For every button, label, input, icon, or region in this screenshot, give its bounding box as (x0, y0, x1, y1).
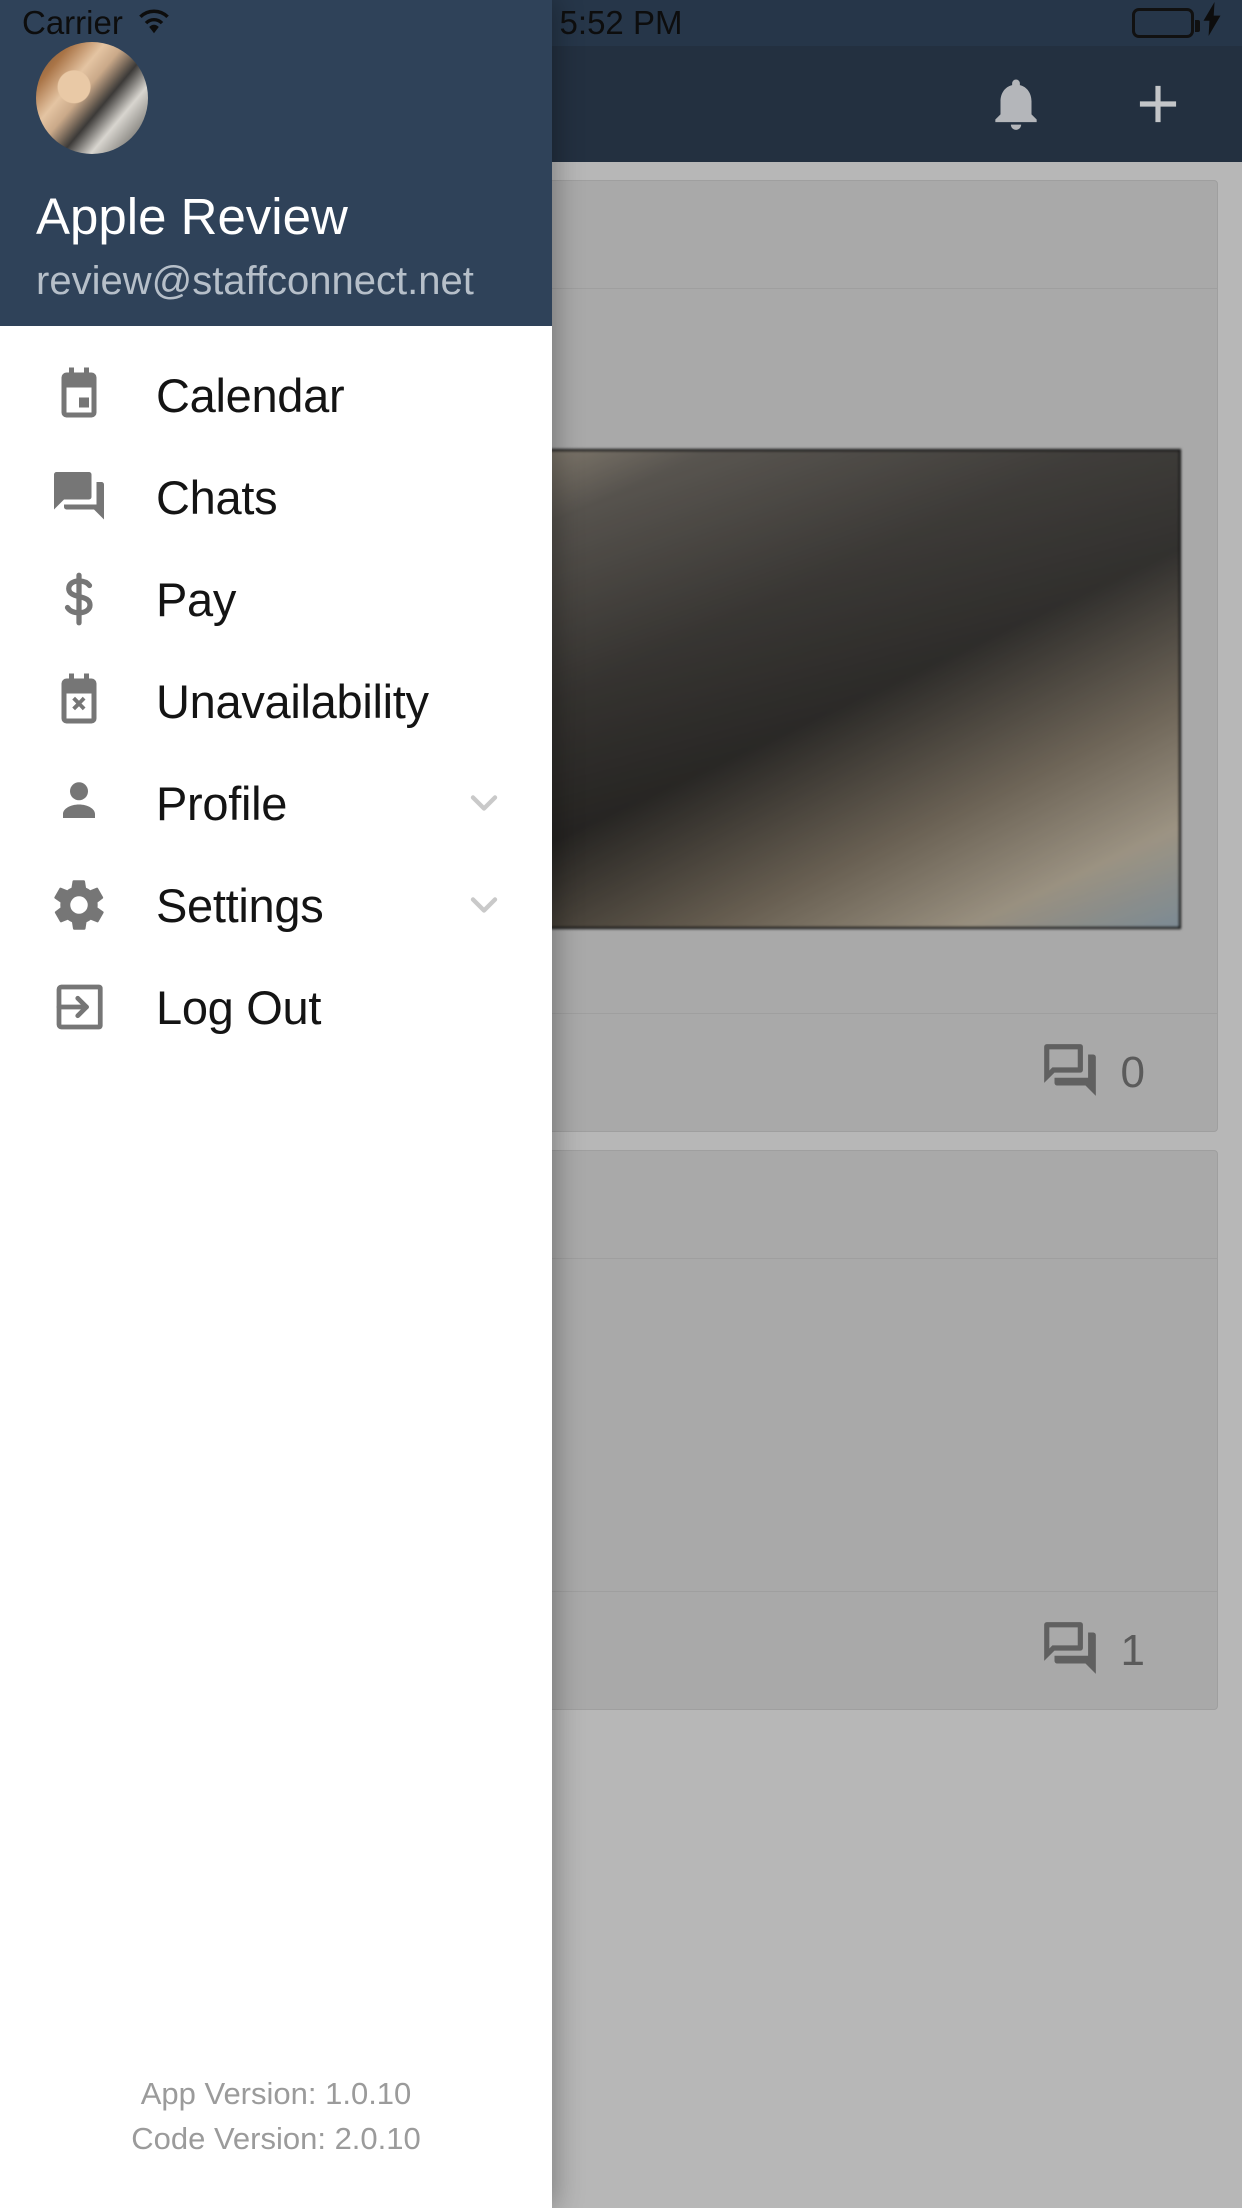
chevron-down-icon[interactable] (458, 883, 510, 927)
menu-item-label: Unavailability (156, 674, 429, 728)
menu-item-label: Settings (156, 878, 324, 932)
menu-item-settings[interactable]: Settings (0, 854, 552, 956)
menu-item-label: Chats (156, 470, 278, 524)
gear-icon (40, 875, 118, 935)
logout-icon (40, 977, 118, 1037)
app-screen: fice today! Can't wait ng campaign that … (0, 0, 1242, 2208)
account-email: review@staffconnect.net (36, 259, 474, 303)
menu-item-pay[interactable]: Pay (0, 548, 552, 650)
dollar-sign-icon (40, 569, 118, 629)
menu-item-profile[interactable]: Profile (0, 752, 552, 854)
status-bar: Carrier 5:52 PM (0, 0, 1242, 46)
calendar-x-icon (40, 671, 118, 731)
menu-item-label: Calendar (156, 368, 345, 422)
menu-item-unavailability[interactable]: Unavailability (0, 650, 552, 752)
code-version-label: Code Version: 2.0.10 (131, 2121, 421, 2157)
navigation-drawer: Apple Review review@staffconnect.net Cal… (0, 0, 552, 2208)
chevron-down-icon[interactable] (458, 781, 510, 825)
clock-label: 5:52 PM (559, 4, 683, 41)
person-icon (40, 773, 118, 833)
forum-icon (40, 467, 118, 527)
menu-item-label: Pay (156, 572, 237, 626)
drawer-menu: Calendar Chats Pay Unavailability Profil… (0, 326, 552, 2072)
menu-item-label: Profile (156, 776, 288, 830)
calendar-icon (40, 365, 118, 425)
status-bar-right (1132, 2, 1222, 44)
account-name: Apple Review (36, 188, 348, 246)
charging-bolt-icon (1202, 2, 1222, 44)
menu-item-log-out[interactable]: Log Out (0, 956, 552, 1058)
menu-item-calendar[interactable]: Calendar (0, 344, 552, 446)
drawer-header: Apple Review review@staffconnect.net (0, 0, 552, 326)
menu-item-label: Log Out (156, 980, 322, 1034)
drawer-footer: App Version: 1.0.10 Code Version: 2.0.10 (0, 2072, 552, 2208)
drawer-scrim[interactable] (552, 0, 1242, 2208)
avatar[interactable] (36, 42, 148, 155)
app-version-label: App Version: 1.0.10 (140, 2076, 412, 2112)
battery-icon (1132, 8, 1200, 38)
menu-item-chats[interactable]: Chats (0, 446, 552, 548)
